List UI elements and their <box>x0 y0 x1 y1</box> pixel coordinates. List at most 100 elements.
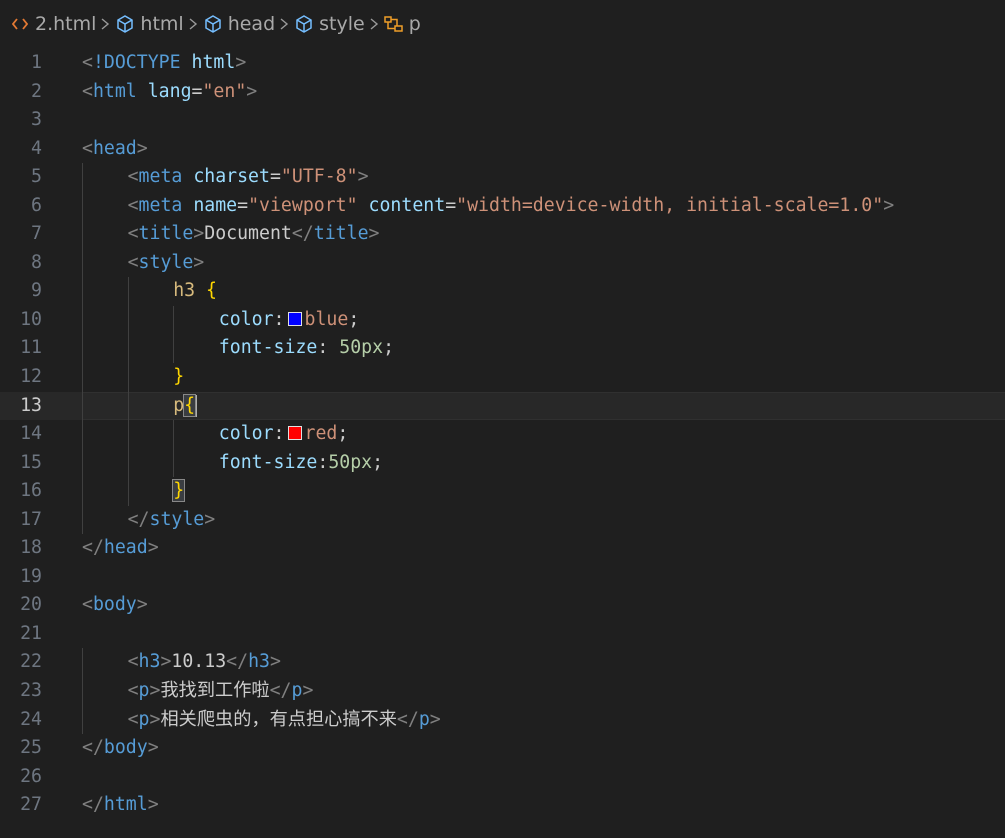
line-number: 7 <box>31 223 42 245</box>
indent-guide <box>82 277 83 306</box>
code-token: } <box>173 366 185 388</box>
line-content: <p>我找到工作啦</p> <box>82 677 1005 706</box>
code-line[interactable]: 19 <box>0 563 1005 592</box>
code-line[interactable]: 5 <meta charset="UTF-8"> <box>0 163 1005 192</box>
code-token: font-size <box>218 337 318 359</box>
code-line[interactable]: 11 font-size: 50px; <box>0 334 1005 364</box>
color-swatch[interactable] <box>287 311 302 326</box>
breadcrumb-item[interactable]: style <box>293 13 365 35</box>
code-line[interactable]: 9 h3 { <box>0 277 1005 306</box>
code-token: 相关爬虫的，有点担心搞不来 <box>160 708 397 730</box>
code-line[interactable]: 26 <box>0 763 1005 792</box>
line-content: </html> <box>82 791 1005 820</box>
code-token: > <box>149 708 161 730</box>
code-line[interactable]: 22 <h3>10.13</h3> <box>0 648 1005 678</box>
breadcrumb-item[interactable]: head <box>202 13 275 35</box>
line-number: 26 <box>20 765 42 787</box>
code-line[interactable]: 4 <head> <box>0 135 1005 164</box>
indent-guide <box>127 363 129 392</box>
code-token: html <box>103 794 148 816</box>
line-content: <meta charset="UTF-8"> <box>82 163 1005 192</box>
line-content: h3 { <box>82 277 1005 306</box>
code-token: > <box>204 508 216 530</box>
code-token: !DOCTYPE <box>92 52 181 73</box>
code-line[interactable]: 21 <box>0 620 1005 649</box>
indent-guide <box>173 305 175 335</box>
indent-guide <box>127 477 129 506</box>
code-token: </ <box>82 537 104 559</box>
code-token: > <box>246 80 258 102</box>
code-line[interactable]: 3 <box>0 106 1005 135</box>
code-line[interactable]: 17 </style> <box>0 505 1005 535</box>
code-line[interactable]: 27 </html> <box>0 791 1005 820</box>
code-line[interactable]: 18 </head> <box>0 534 1005 563</box>
code-token: html <box>191 52 236 73</box>
code-line[interactable]: 8 <style> <box>0 248 1005 278</box>
indent-guide <box>82 505 83 535</box>
code-line[interactable]: 23 <p>我找到工作啦</p> <box>0 677 1005 706</box>
code-line[interactable]: 14 color: red; <box>0 420 1005 449</box>
code-line[interactable]: 6 <meta name="viewport" content="width=de… <box>0 191 1005 221</box>
text-cursor <box>195 394 198 417</box>
code-line[interactable]: 15 font-size:50px; <box>0 448 1005 478</box>
chevron-right-icon <box>275 17 293 31</box>
code-line[interactable]: 7 <title>Document</title> <box>0 220 1005 249</box>
color-swatch[interactable] <box>287 426 302 441</box>
line-number: 19 <box>20 565 42 587</box>
line-content: <title>Document</title> <box>82 220 1005 249</box>
line-number: 1 <box>31 52 42 73</box>
code-token: < <box>127 166 139 188</box>
css-rule-icon <box>383 13 405 35</box>
indent-guide <box>127 334 129 364</box>
code-token: Document <box>204 223 292 245</box>
indent-guide <box>82 220 83 249</box>
code-token: </ <box>291 223 314 245</box>
code-editor[interactable]: 2.html html head style p 1 <!DOCTYPE html> 2 <h… <box>0 0 1005 838</box>
code-token: : <box>273 308 285 330</box>
code-line[interactable]: 10 color: blue; <box>0 305 1005 335</box>
line-content: } <box>82 477 1005 506</box>
code-token: h3 <box>138 651 161 673</box>
line-number: 9 <box>31 280 42 302</box>
code-token: < <box>127 680 139 702</box>
line-content: <style> <box>82 248 1005 278</box>
code-token: < <box>127 651 139 673</box>
breadcrumb-label: head <box>227 13 276 35</box>
chevron-right-icon <box>365 17 383 31</box>
line-number: 11 <box>20 337 42 359</box>
indent-guide <box>173 420 175 449</box>
breadcrumb-item[interactable]: html <box>114 13 184 35</box>
code-token: > <box>147 537 159 559</box>
indent-guide <box>173 448 175 478</box>
breadcrumb-item[interactable]: 2.html <box>9 13 96 35</box>
code-token: title <box>138 223 194 245</box>
indent-guide <box>82 363 83 392</box>
line-content: color: blue; <box>82 305 1005 335</box>
code-line[interactable]: 13 p{ <box>0 391 1005 421</box>
code-token: </ <box>127 508 150 530</box>
code-token: > <box>357 166 369 188</box>
line-number: 15 <box>20 451 42 473</box>
breadcrumb-item[interactable]: p <box>383 13 421 35</box>
line-number: 4 <box>31 137 42 159</box>
code-line[interactable]: 1 <!DOCTYPE html> <box>0 49 1005 78</box>
code-line[interactable]: 25 </body> <box>0 734 1005 763</box>
code-token: font-size <box>218 451 318 473</box>
code-token: body <box>103 737 148 759</box>
code-token: : <box>317 451 329 473</box>
code-token: head <box>103 537 148 559</box>
code-token: < <box>82 137 93 159</box>
code-line[interactable]: 16} <box>0 477 1005 506</box>
code-line[interactable]: 2 <html lang="en"> <box>0 78 1005 107</box>
code-line[interactable]: 24 <p>相关爬虫的，有点担心搞不来</p> <box>0 705 1005 735</box>
line-content: <!DOCTYPE html> <box>82 49 1005 78</box>
code-area[interactable]: 1 <!DOCTYPE html> 2 <html lang="en"> 3 4 <head… <box>0 49 1005 820</box>
code-token: ; <box>348 308 360 330</box>
code-line[interactable]: 12} <box>0 363 1005 392</box>
code-token: </ <box>82 737 104 759</box>
code-token: > <box>235 52 247 73</box>
indent-guide <box>82 477 83 506</box>
line-number: 24 <box>20 708 42 730</box>
code-line[interactable]: 20 <body> <box>0 591 1005 620</box>
